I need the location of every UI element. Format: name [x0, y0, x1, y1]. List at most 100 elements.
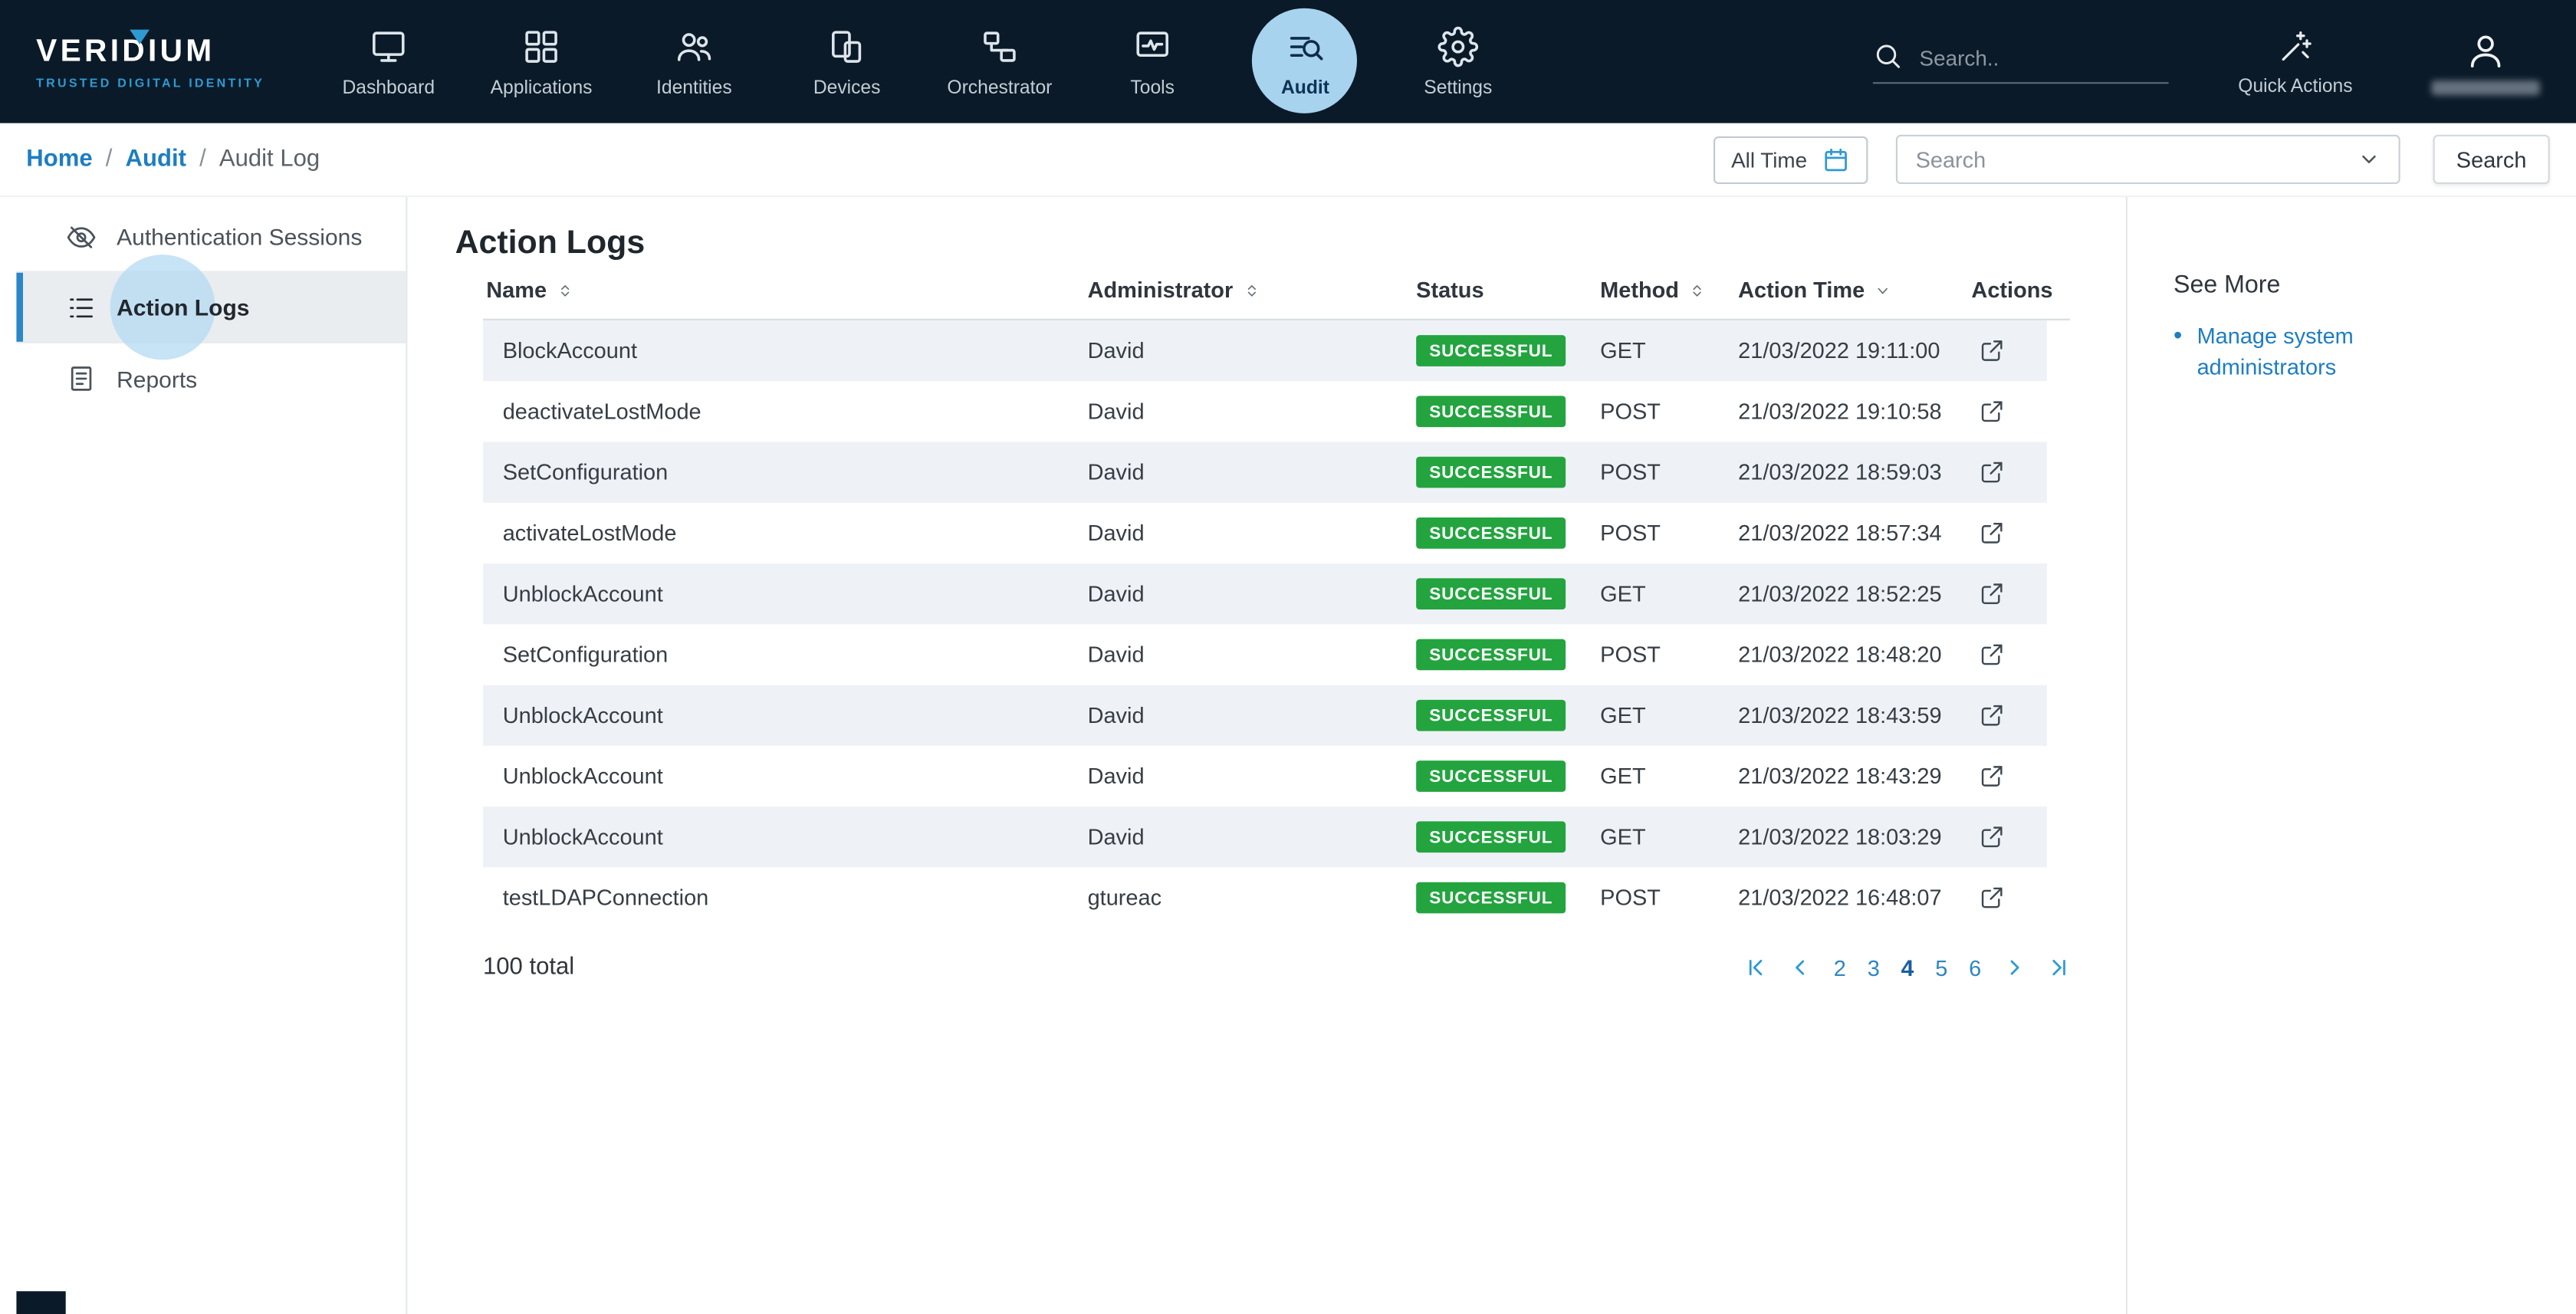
topnav-item-label: Orchestrator — [947, 78, 1052, 98]
external-link-icon — [1978, 701, 2006, 729]
sort-icon — [1241, 280, 1261, 300]
global-search-input[interactable] — [1920, 45, 2150, 70]
view-details-button[interactable] — [1978, 823, 2006, 851]
column-header-method[interactable]: Method — [1600, 278, 1738, 302]
cell-status: SUCCESSFUL — [1416, 639, 1600, 671]
cell-administrator: David — [1088, 460, 1417, 485]
cell-actions — [1971, 823, 2047, 851]
time-range-button[interactable]: All Time — [1713, 136, 1868, 183]
table-row: SetConfigurationDavidSUCCESSFULPOST21/03… — [483, 442, 2047, 502]
sidebar-item-action-logs[interactable]: Action Logs — [16, 273, 406, 343]
view-details-button[interactable] — [1978, 762, 2006, 790]
column-header-administrator[interactable]: Administrator — [1088, 278, 1417, 302]
cell-status: SUCCESSFUL — [1416, 882, 1600, 914]
cell-actions — [1971, 337, 2047, 364]
topnav-item-applications[interactable]: Applications — [465, 0, 617, 123]
topnav-item-settings[interactable]: Settings — [1382, 0, 1534, 123]
sidebar-collapse-bar[interactable] — [16, 1291, 65, 1314]
table-row: UnblockAccountDavidSUCCESSFULGET21/03/20… — [483, 685, 2047, 746]
view-details-button[interactable] — [1978, 519, 2006, 547]
cell-administrator: David — [1088, 764, 1417, 788]
sidebar-item-authentication-sessions[interactable]: Authentication Sessions — [16, 202, 406, 273]
cell-method: GET — [1600, 703, 1738, 728]
view-details-button[interactable] — [1978, 701, 2006, 729]
topnav-item-identities[interactable]: Identities — [618, 0, 770, 123]
cell-action-time: 21/03/2022 19:11:00 — [1738, 338, 1971, 363]
topnav-item-devices[interactable]: Devices — [770, 0, 923, 123]
breadcrumb: Home/Audit/Audit Log — [26, 146, 320, 172]
view-details-button[interactable] — [1978, 398, 2006, 425]
see-more-list: •Manage system administrators — [2174, 320, 2543, 383]
pagination-prev[interactable] — [1789, 956, 1812, 979]
quick-actions-button[interactable]: Quick Actions — [2238, 27, 2352, 96]
cell-method: POST — [1600, 642, 1738, 667]
content: Authentication SessionsAction Logs Report… — [0, 197, 2576, 1314]
cell-action-time: 21/03/2022 18:03:29 — [1738, 825, 1971, 849]
cell-name: UnblockAccount — [483, 703, 1088, 728]
user-menu[interactable] — [2431, 29, 2539, 95]
filter-search-select[interactable]: Search — [1896, 135, 2400, 184]
breadcrumb-audit[interactable]: Audit — [126, 146, 186, 172]
column-label: Administrator — [1088, 278, 1234, 302]
pagination-last[interactable] — [2047, 956, 2070, 979]
search-icon — [1874, 41, 1904, 71]
pagination-page-5[interactable]: 5 — [1935, 955, 1947, 980]
dashboard-icon — [368, 25, 409, 67]
topnav-item-dashboard[interactable]: Dashboard — [312, 0, 465, 123]
main-panel: Action Logs NameAdministratorStatusMetho… — [407, 197, 2125, 1314]
sidebar-item-label: Reports — [117, 366, 197, 392]
subheader: Home/Audit/Audit Log All Time Search Sea… — [0, 123, 2576, 197]
topnav-item-orchestrator[interactable]: Orchestrator — [923, 0, 1076, 123]
filter-search-placeholder: Search — [1916, 147, 1986, 172]
see-more-link[interactable]: Manage system administrators — [2197, 320, 2394, 383]
external-link-icon — [1978, 337, 2006, 364]
pagination-page-6[interactable]: 6 — [1969, 955, 1981, 980]
action-logs-table: NameAdministratorStatusMethodAction Time… — [483, 261, 2126, 981]
eye-off-icon — [66, 221, 97, 252]
cell-action-time: 21/03/2022 18:59:03 — [1738, 460, 1971, 485]
status-badge: SUCCESSFUL — [1416, 335, 1566, 366]
topnav-item-tools[interactable]: Tools — [1076, 0, 1229, 123]
topnav-item-audit[interactable]: Audit — [1229, 0, 1382, 123]
external-link-icon — [1978, 519, 2006, 547]
column-header-action-time[interactable]: Action Time — [1738, 278, 1971, 302]
magic-wand-icon — [2276, 27, 2314, 64]
sidebar-item-reports[interactable]: Reports — [16, 343, 406, 414]
applications-icon — [521, 25, 562, 67]
topnav-item-label: Applications — [491, 78, 593, 98]
pagination-page-2[interactable]: 2 — [1834, 955, 1846, 980]
cell-administrator: David — [1088, 338, 1417, 363]
report-icon — [66, 363, 97, 395]
brand-logo[interactable]: VERIDIUM TRUSTED DIGITAL IDENTITY — [36, 34, 296, 90]
pagination-page-4[interactable]: 4 — [1901, 954, 1914, 981]
status-badge: SUCCESSFUL — [1416, 639, 1566, 671]
pagination-page-3[interactable]: 3 — [1868, 955, 1880, 980]
sort-desc-icon — [1873, 280, 1893, 300]
cell-administrator: gtureac — [1088, 885, 1417, 910]
external-link-icon — [1978, 580, 2006, 607]
cell-action-time: 21/03/2022 18:43:59 — [1738, 703, 1971, 728]
cell-method: POST — [1600, 521, 1738, 545]
cell-name: SetConfiguration — [483, 460, 1088, 485]
pagination-first[interactable] — [1745, 956, 1768, 979]
view-details-button[interactable] — [1978, 580, 2006, 607]
topnav-item-label: Devices — [813, 78, 881, 98]
view-details-button[interactable] — [1978, 458, 2006, 486]
external-link-icon — [1978, 398, 2006, 425]
log-icon — [66, 291, 97, 323]
topnav-right: Quick Actions — [1874, 27, 2540, 96]
search-button[interactable]: Search — [2433, 135, 2550, 184]
column-header-name[interactable]: Name — [483, 278, 1088, 302]
view-details-button[interactable] — [1978, 641, 2006, 668]
global-search — [1874, 41, 2170, 84]
table-row: UnblockAccountDavidSUCCESSFULGET21/03/20… — [483, 563, 2047, 624]
breadcrumb-home[interactable]: Home — [26, 146, 92, 172]
view-details-button[interactable] — [1978, 337, 2006, 364]
audit-icon — [1285, 25, 1326, 67]
cell-action-time: 21/03/2022 16:48:07 — [1738, 885, 1971, 910]
status-badge: SUCCESSFUL — [1416, 457, 1566, 488]
cell-status: SUCCESSFUL — [1416, 760, 1600, 792]
pagination-next[interactable] — [2003, 956, 2026, 979]
view-details-button[interactable] — [1978, 884, 2006, 912]
table-row: deactivateLostModeDavidSUCCESSFULPOST21/… — [483, 381, 2047, 442]
